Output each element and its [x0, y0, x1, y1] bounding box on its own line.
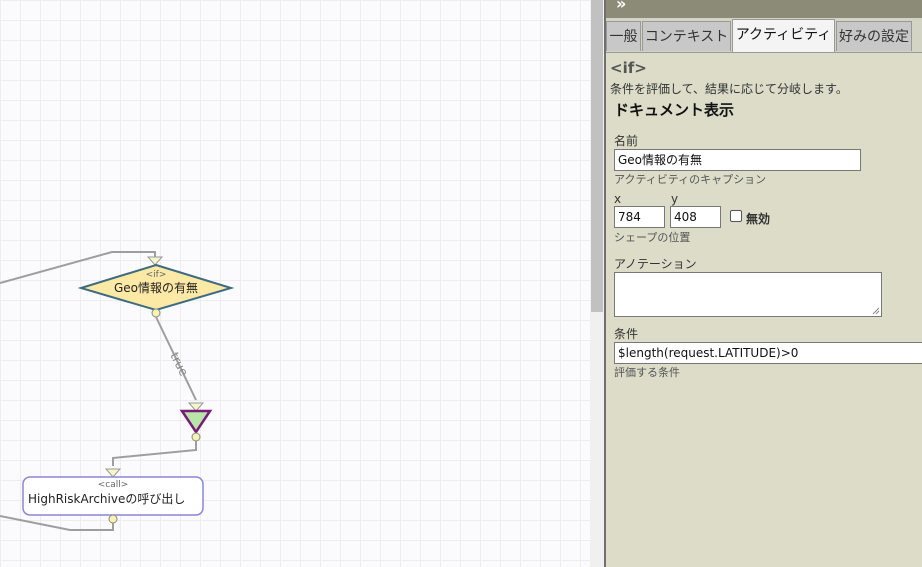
if-node-tag: <if>	[146, 270, 167, 280]
call-node-tag: <call>	[98, 480, 129, 490]
properties-panel: » 一般 コンテキスト アクティビティ 好みの設定 <if> 条件を評価して、結…	[606, 0, 922, 567]
panel-header: »	[606, 0, 922, 18]
disabled-label: 無効	[746, 212, 771, 226]
edge-true-label: true	[167, 350, 191, 378]
name-input[interactable]: Geo情報の有無	[614, 149, 861, 171]
activity-type-heading: <if>	[610, 59, 647, 77]
collapse-panel-icon[interactable]: »	[616, 0, 626, 13]
canvas-scrollbar[interactable]	[590, 0, 604, 567]
y-position-input[interactable]: 408	[670, 206, 721, 228]
if-output-port[interactable]	[151, 308, 161, 318]
if-input-arrow	[146, 256, 164, 266]
y-field-label: y	[671, 192, 679, 206]
documentation-link[interactable]: ドキュメント表示	[614, 99, 734, 120]
tab-activity[interactable]: アクティビティ	[732, 19, 835, 52]
call-node-label: HighRiskArchiveの呼び出し	[28, 492, 185, 506]
position-hint: シェープの位置	[614, 231, 691, 244]
if-node-label: Geo情報の有無	[114, 280, 198, 295]
canvas-scrollbar-thumb[interactable]	[591, 0, 603, 312]
edge-merge-to-call[interactable]	[112, 441, 197, 466]
x-position-input[interactable]: 784	[614, 206, 665, 228]
condition-input[interactable]: $length(request.LATITUDE)>0	[614, 342, 922, 364]
annotation-textarea[interactable]	[614, 272, 882, 317]
tab-context[interactable]: コンテキスト	[642, 21, 731, 51]
condition-hint: 評価する条件	[614, 366, 680, 379]
annotation-label: アノテーション	[614, 257, 697, 271]
call-input-arrow	[104, 468, 122, 478]
x-field-label: x	[614, 192, 622, 206]
merge-node-shape[interactable]	[179, 409, 213, 435]
resize-grip-icon[interactable]	[872, 307, 880, 315]
tab-general[interactable]: 一般	[606, 21, 641, 51]
merge-output-port[interactable]	[191, 432, 201, 442]
disabled-checkbox[interactable]	[730, 210, 742, 222]
panel-tabs: 一般 コンテキスト アクティビティ 好みの設定	[606, 18, 922, 53]
name-field-hint: アクティビティのキャプション	[614, 173, 767, 186]
flow-diagram: <if> Geo情報の有無 true <call> HighRiskArchiv…	[0, 251, 235, 531]
flow-canvas[interactable]: <if> Geo情報の有無 true <call> HighRiskArchiv…	[0, 0, 590, 567]
edge-out-of-call[interactable]	[0, 515, 114, 531]
tab-preferences[interactable]: 好みの設定	[836, 21, 912, 51]
name-field-label: 名前	[614, 134, 639, 148]
activity-description: 条件を評価して、結果に応じて分岐します。	[610, 82, 848, 96]
call-output-port[interactable]	[108, 514, 118, 524]
condition-label: 条件	[614, 327, 639, 341]
